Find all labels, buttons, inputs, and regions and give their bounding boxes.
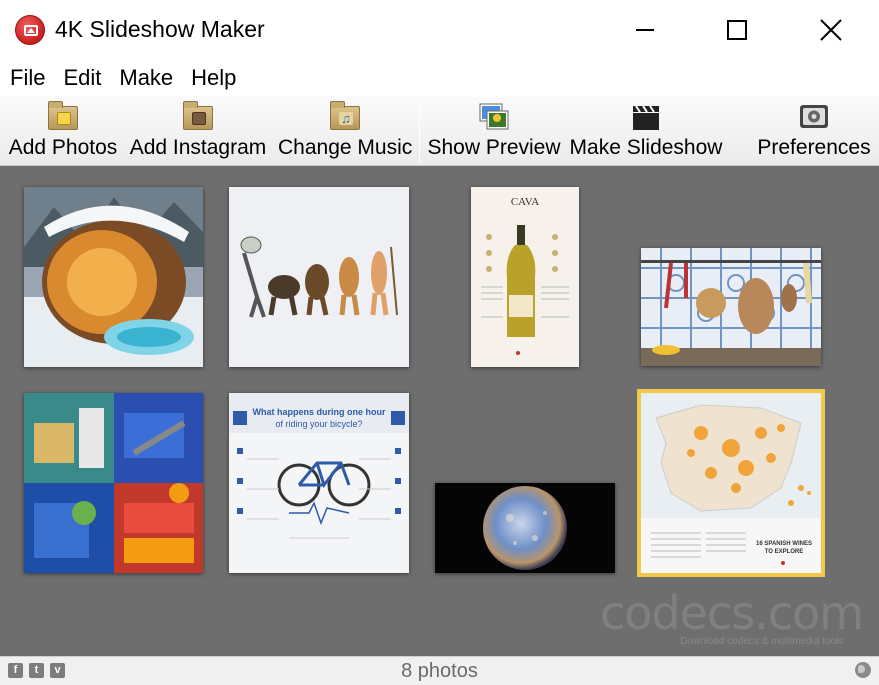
menu-bar: File Edit Make Help (0, 60, 879, 96)
status-bar: f t v 8 photos (0, 656, 879, 685)
instagram-icon (182, 101, 214, 132)
add-instagram-label: Add Instagram (129, 136, 267, 159)
photo-thumbnail[interactable] (641, 248, 821, 366)
preferences-label: Preferences (757, 136, 871, 159)
title-bar: 4K Slideshow Maker (0, 0, 879, 60)
menu-make[interactable]: Make (109, 60, 181, 96)
clapperboard-icon (630, 102, 662, 132)
add-photos-label: Add Photos (8, 136, 118, 159)
close-icon (820, 19, 842, 41)
photo-workspace: CAVA What happens during one hour of rid… (0, 166, 879, 656)
menu-file[interactable]: File (0, 60, 53, 96)
show-preview-label: Show Preview (427, 136, 561, 159)
maximize-button[interactable] (691, 0, 783, 60)
window-title: 4K Slideshow Maker (55, 16, 265, 42)
watermark-tagline: Download codecs & multimedia tools (680, 636, 844, 647)
cava-title: CAVA (511, 196, 539, 208)
svg-text:What happens during one hour: What happens during one hour (253, 407, 386, 417)
svg-text:of riding your bicycle?: of riding your bicycle? (275, 419, 362, 429)
photo-thumbnail[interactable]: CAVA (471, 187, 579, 367)
close-button[interactable] (783, 0, 879, 60)
svg-text:16 SPANISH WINES: 16 SPANISH WINES (756, 541, 812, 547)
photo-thumbnail[interactable] (229, 187, 409, 367)
change-music-label: Change Music (278, 136, 413, 159)
minimize-icon (636, 29, 654, 31)
preferences-button[interactable]: Preferences (756, 96, 872, 166)
globe-icon[interactable] (855, 662, 871, 678)
minimize-button[interactable] (599, 0, 691, 60)
change-music-button[interactable]: ♫ Change Music (278, 96, 412, 166)
photo-thumbnail[interactable] (24, 187, 203, 367)
add-photos-button[interactable]: Add Photos (6, 96, 120, 166)
maximize-icon (727, 20, 747, 40)
watermark-logo: codecs.com (600, 586, 864, 640)
toolbar: Add Photos Add Instagram ♫ Change Music … (0, 96, 879, 166)
photo-thumbnail[interactable]: What happens during one hour of riding y… (229, 393, 409, 573)
make-slideshow-button[interactable]: Make Slideshow (569, 96, 723, 166)
photo-thumbnail[interactable] (24, 393, 203, 573)
menu-help[interactable]: Help (181, 60, 244, 96)
preview-icon (478, 102, 510, 132)
make-slideshow-label: Make Slideshow (569, 136, 723, 159)
preferences-icon (798, 102, 830, 132)
menu-edit[interactable]: Edit (53, 60, 109, 96)
toolbar-separator (419, 100, 420, 162)
music-icon: ♫ (329, 101, 361, 132)
show-preview-button[interactable]: Show Preview (426, 96, 562, 166)
add-photos-icon (47, 101, 79, 132)
app-logo-icon (15, 15, 45, 45)
svg-text:TO EXPLORE: TO EXPLORE (765, 549, 804, 555)
add-instagram-button[interactable]: Add Instagram (126, 96, 270, 166)
photo-count: 8 photos (401, 660, 478, 682)
photo-thumbnail[interactable] (435, 483, 615, 573)
photo-thumbnail-selected[interactable]: 16 SPANISH WINES TO EXPLORE (637, 389, 825, 577)
